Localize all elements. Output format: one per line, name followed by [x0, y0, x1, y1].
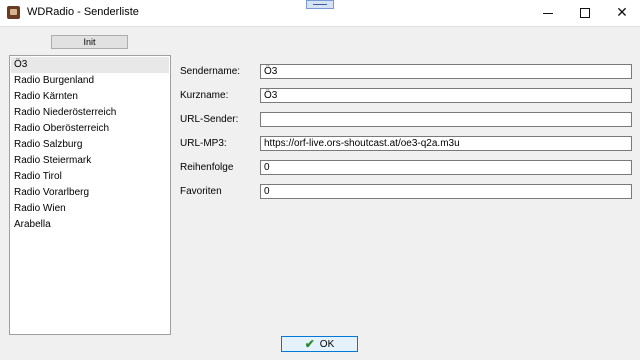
- list-item[interactable]: Radio Wien: [11, 201, 169, 217]
- list-item[interactable]: Radio Vorarlberg: [11, 185, 169, 201]
- app-icon: [7, 6, 20, 19]
- reihenfolge-field[interactable]: 0: [260, 160, 632, 175]
- maximize-icon: [580, 8, 590, 18]
- reihenfolge-label: Reihenfolge: [180, 162, 234, 173]
- init-button[interactable]: Init: [51, 35, 128, 49]
- favoriten-label: Favoriten: [180, 186, 222, 197]
- list-item[interactable]: Radio Tirol: [11, 169, 169, 185]
- ok-label: OK: [319, 338, 335, 350]
- title-bar: WDRadio - Senderliste ✕: [0, 0, 640, 27]
- list-item[interactable]: Ö3: [11, 57, 169, 73]
- kurzname-label: Kurzname:: [180, 90, 229, 101]
- list-item[interactable]: Arabella: [11, 217, 169, 233]
- window-title: WDRadio - Senderliste: [27, 6, 139, 18]
- favoriten-field[interactable]: 0: [260, 184, 632, 199]
- ok-button[interactable]: ✔ OK: [281, 336, 358, 352]
- list-item[interactable]: Radio Burgenland: [11, 73, 169, 89]
- url-mp3-field[interactable]: https://orf-live.ors-shoutcast.at/oe3-q2…: [260, 136, 632, 151]
- list-item[interactable]: Radio Steiermark: [11, 153, 169, 169]
- url-mp3-label: URL-MP3:: [180, 138, 227, 149]
- list-item[interactable]: Radio Kärnten: [11, 89, 169, 105]
- station-list[interactable]: Ö3 Radio Burgenland Radio Kärnten Radio …: [9, 55, 171, 335]
- drag-handle[interactable]: [306, 0, 334, 9]
- close-button[interactable]: ✕: [600, 0, 640, 26]
- list-item[interactable]: Radio Oberösterreich: [11, 121, 169, 137]
- sendername-label: Sendername:: [180, 66, 241, 77]
- url-sender-label: URL-Sender:: [180, 114, 239, 125]
- checkmark-icon: ✔: [304, 337, 315, 351]
- minimize-icon: [543, 12, 553, 14]
- close-icon: ✕: [616, 5, 628, 21]
- list-item[interactable]: Radio Niederösterreich: [11, 105, 169, 121]
- kurzname-field[interactable]: Ö3: [260, 88, 632, 103]
- url-sender-field[interactable]: [260, 112, 632, 127]
- sendername-field[interactable]: Ö3: [260, 64, 632, 79]
- list-item[interactable]: Radio Salzburg: [11, 137, 169, 153]
